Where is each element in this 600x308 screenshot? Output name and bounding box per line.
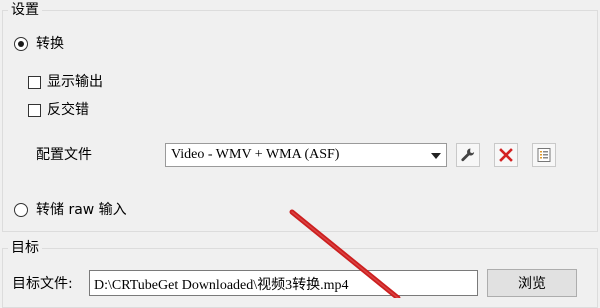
edit-profile-button[interactable] [456,143,480,167]
browse-button[interactable]: 浏览 [487,269,577,297]
red-x-icon [499,148,513,162]
profile-select-value: Video - WMV + WMA (ASF) [171,147,340,162]
browse-button-label: 浏览 [518,276,546,292]
target-file-value: D:\CRTubeGet Downloaded\视频3转换.mp4 [94,278,349,293]
new-profile-button[interactable] [532,143,556,167]
profile-label: 配置文件 [36,147,92,163]
settings-group [2,10,598,232]
list-document-icon [537,148,551,162]
deinterlace-checkbox[interactable] [28,104,41,117]
chevron-down-icon [431,153,441,159]
settings-group-title: 设置 [8,1,42,19]
wrench-icon [461,148,475,162]
target-file-input[interactable]: D:\CRTubeGet Downloaded\视频3转换.mp4 [89,270,478,296]
convert-label[interactable]: 转换 [36,35,64,53]
dump-raw-radio[interactable] [14,203,28,217]
deinterlace-label[interactable]: 反交错 [47,101,89,119]
target-file-label: 目标文件: [12,276,73,292]
target-group-title: 目标 [8,239,42,257]
convert-radio[interactable] [14,37,28,51]
show-output-label[interactable]: 显示输出 [47,73,103,91]
profile-select[interactable]: Video - WMV + WMA (ASF) [165,143,447,167]
delete-profile-button[interactable] [494,143,518,167]
show-output-checkbox[interactable] [28,76,41,89]
dump-raw-label[interactable]: 转储 raw 输入 [36,201,127,219]
